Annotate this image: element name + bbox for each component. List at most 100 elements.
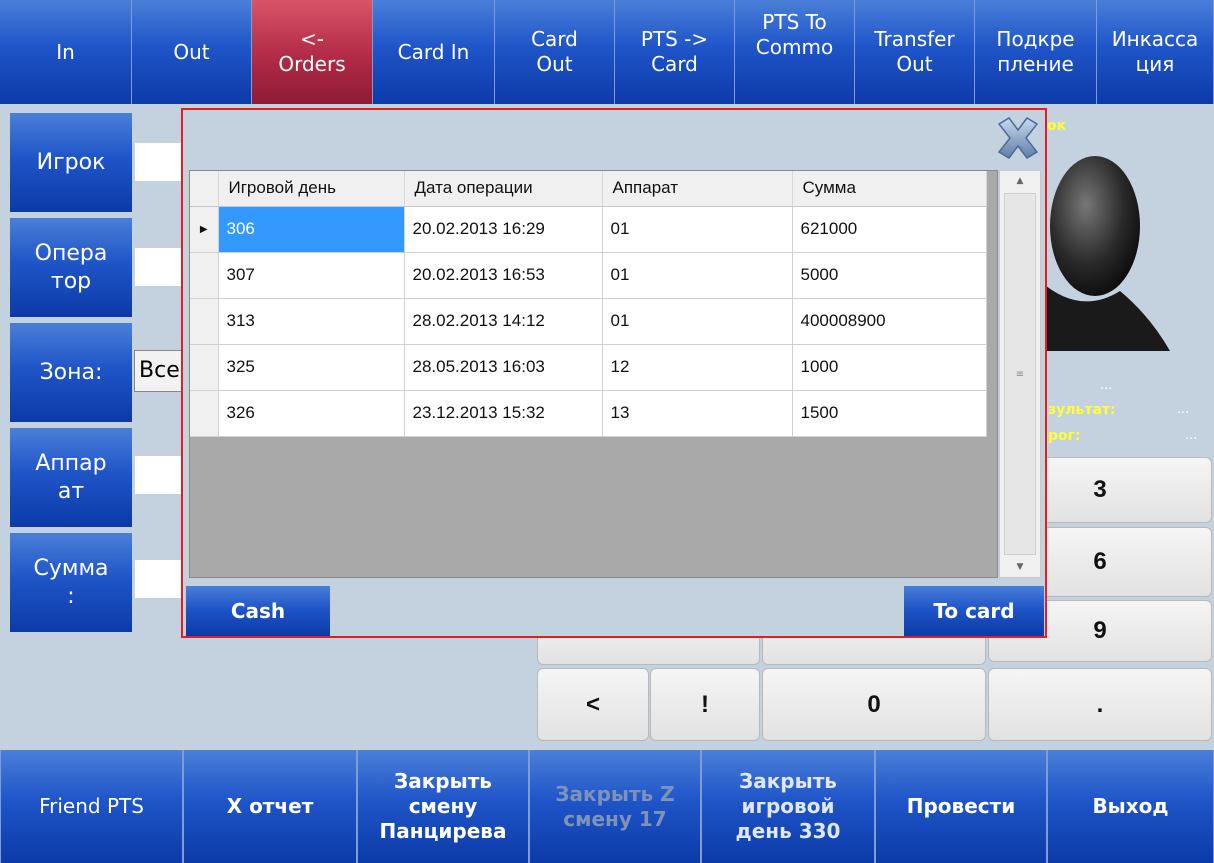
key-dot[interactable]: . [988,668,1212,741]
to-card-button[interactable]: To card [904,586,1044,636]
close-icon[interactable] [993,114,1043,162]
table-row[interactable]: 325 28.05.2013 16:03 12 1000 [190,344,987,391]
tab-out[interactable]: Out [132,0,252,104]
key-backspace[interactable]: < [537,668,649,741]
orders-table[interactable]: Игровой день Дата операции Аппарат Сумма… [189,170,998,578]
tab-card-in[interactable]: Card In [373,0,495,104]
column-header[interactable]: Дата операции [404,171,603,207]
scroll-down-icon[interactable]: ▼ [1000,557,1040,577]
cell-amount[interactable]: 400008900 [792,298,987,345]
tab-label: Инкасса ция [1111,27,1199,76]
person-silhouette-icon [1040,156,1170,351]
current-row-icon: ▶ [190,206,219,253]
row-header [190,344,219,391]
table-row[interactable]: 326 23.12.2013 15:32 13 1500 [190,390,987,437]
player-button[interactable]: Игрок [10,110,132,212]
bottom-label: Провести [906,794,1016,818]
row-header [190,298,219,345]
tab-label: Out [173,39,210,64]
bottom-label: Закрыть смену Панцирева [379,769,507,843]
tab-label: Transfer Out [874,27,955,76]
cash-label: Cash [230,599,286,623]
tab-card-out[interactable]: Card Out [495,0,615,104]
tab-pts-to-card[interactable]: PTS -> Card [615,0,735,104]
cell-machine[interactable]: 01 [602,298,793,345]
exit-button[interactable]: Выход [1047,750,1214,863]
tab-label: Подкре пление [996,27,1075,76]
close-shift-button[interactable]: Закрыть смену Панцирева [357,750,529,863]
cell-day[interactable]: 326 [218,390,405,437]
scroll-up-icon[interactable]: ▲ [1000,171,1040,191]
orders-dialog: Игровой день Дата операции Аппарат Сумма… [181,108,1047,638]
cash-button[interactable]: Cash [186,586,330,636]
bottom-label: Выход [1092,794,1169,818]
result-value: ... [1177,402,1190,417]
row-header-corner [190,171,219,207]
machine-button[interactable]: Аппар ат [10,425,132,527]
operator-button[interactable]: Опера тор [10,215,132,317]
tab-label: PTS To Commo [755,10,834,59]
cell-machine[interactable]: 01 [602,252,793,299]
column-header[interactable]: Аппарат [602,171,793,207]
tab-label: Card In [397,39,470,64]
key-label: 3 [1093,476,1107,503]
side-label: Сумма : [33,556,109,609]
cell-date[interactable]: 20.02.2013 16:29 [404,206,603,253]
tab-pts-to-commo[interactable]: PTS To Commo [735,0,855,104]
cell-date[interactable]: 23.12.2013 15:32 [404,390,603,437]
to-card-label: To card [933,599,1015,623]
key-label: 0 [867,690,881,718]
player-name-fragment: ок [1047,118,1067,134]
result-label: зультат: [1048,402,1116,418]
column-header[interactable]: Сумма [792,171,987,207]
close-z-shift-button[interactable]: Закрыть Z смену 17 [529,750,701,863]
cell-date[interactable]: 20.02.2013 16:53 [404,252,603,299]
key-label: 9 [1093,617,1107,644]
cell-amount[interactable]: 5000 [792,252,987,299]
tab-in[interactable]: In [0,0,132,104]
x-report-button[interactable]: X отчет [183,750,357,863]
zone-button[interactable]: Зона: [10,320,132,422]
row-header [190,252,219,299]
side-label: Аппар ат [35,451,107,504]
process-button[interactable]: Провести [875,750,1047,863]
player-info-dots: ... [1100,378,1113,393]
key-excl[interactable]: ! [650,668,760,741]
cell-machine[interactable]: 12 [602,344,793,391]
tab-orders[interactable]: <- Orders [252,0,373,104]
table-row[interactable]: 313 28.02.2013 14:12 01 400008900 [190,298,987,345]
cell-day[interactable]: 307 [218,252,405,299]
table-row[interactable]: 307 20.02.2013 16:53 01 5000 [190,252,987,299]
cell-date[interactable]: 28.05.2013 16:03 [404,344,603,391]
cell-date[interactable]: 28.02.2013 14:12 [404,298,603,345]
column-header[interactable]: Игровой день [218,171,405,207]
cell-amount[interactable]: 1500 [792,390,987,437]
side-label: Опера тор [34,241,108,294]
table-row[interactable]: ▶ 306 20.02.2013 16:29 01 621000 [190,206,987,253]
close-game-day-button[interactable]: Закрыть игровой день 330 [701,750,875,863]
table-header-row: Игровой день Дата операции Аппарат Сумма [190,171,987,207]
key-label: ! [701,690,709,718]
tab-label: Card Out [531,27,578,76]
threshold-label: рог: [1048,428,1081,444]
cell-machine[interactable]: 01 [602,206,793,253]
cell-day[interactable]: 325 [218,344,405,391]
key-label: . [1096,690,1104,718]
amount-button[interactable]: Сумма : [10,530,132,632]
key-label: 6 [1093,548,1107,575]
cell-machine[interactable]: 13 [602,390,793,437]
vertical-scrollbar[interactable]: ▲ ≡ ▼ [999,170,1041,578]
key-label: < [585,690,600,718]
key-0[interactable]: 0 [762,668,986,741]
tab-podkreplenie[interactable]: Подкре пление [975,0,1097,104]
cell-day[interactable]: 306 [218,206,405,253]
tab-transfer-out[interactable]: Transfer Out [855,0,975,104]
tab-inkassaciya[interactable]: Инкасса ция [1097,0,1214,104]
friend-pts-button[interactable]: Friend PTS [0,750,183,863]
bottom-label: X отчет [226,794,314,818]
cell-day[interactable]: 313 [218,298,405,345]
cell-amount[interactable]: 621000 [792,206,987,253]
bottom-label: Закрыть игровой день 330 [735,769,841,843]
scroll-thumb[interactable]: ≡ [1004,193,1036,555]
cell-amount[interactable]: 1000 [792,344,987,391]
